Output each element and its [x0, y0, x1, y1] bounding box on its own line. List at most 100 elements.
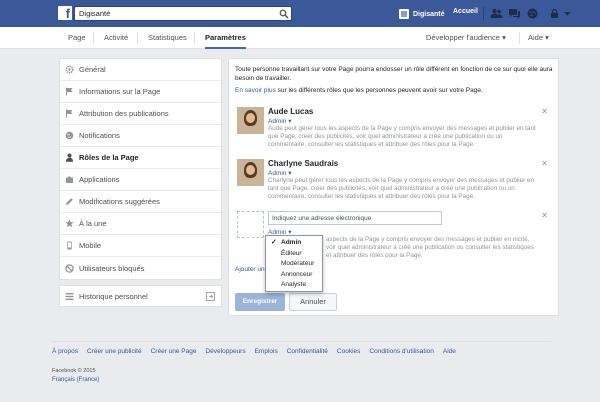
avatar[interactable]: [237, 159, 264, 186]
footer-link-create-ad[interactable]: Créer une publicité: [87, 348, 142, 355]
language-link[interactable]: Français (France): [52, 377, 99, 383]
footer-link-privacy[interactable]: Confidentialité: [287, 348, 328, 355]
footer-divider: [51, 341, 551, 342]
role-label: Admin: [268, 118, 287, 125]
role-label: Admin: [268, 170, 287, 177]
activity-log-link[interactable]: Historique personnel: [59, 285, 222, 307]
top-bar: f Digisanté Accueil: [0, 0, 600, 27]
learn-more-rest: sur les différents rôles que les personn…: [275, 87, 483, 94]
sidebar-item-apps[interactable]: Applications: [60, 169, 221, 191]
remove-role-close-icon[interactable]: ✕: [541, 159, 548, 168]
sidebar-item-featured[interactable]: À la une: [60, 213, 221, 235]
footer-link-careers[interactable]: Emplois: [255, 348, 278, 355]
role-option-label: Annonceur: [281, 270, 313, 278]
footer-link-create-page[interactable]: Créer une Page: [151, 348, 197, 355]
tab-divider: [194, 32, 195, 44]
learn-more-text: En savoir plus sur les différents rôles …: [235, 87, 483, 94]
privacy-lock-icon[interactable]: [548, 7, 561, 20]
grow-audience-label: Développer l'audience: [426, 33, 500, 42]
footer-link-cookies[interactable]: Cookies: [337, 348, 360, 355]
search-box[interactable]: [74, 6, 292, 21]
help-label: Aide: [528, 33, 544, 42]
person-name[interactable]: Aude Lucas: [268, 107, 313, 116]
sidebar-item-mobile[interactable]: Mobile: [60, 235, 221, 257]
role-option-analyst[interactable]: Analyste: [266, 280, 322, 291]
role-dropdown-menu: ✓ Admin Éditeur Modérateur Annonceur Anal…: [265, 235, 323, 292]
email-field[interactable]: [268, 211, 442, 225]
role-option-label: Analyste: [281, 281, 306, 288]
role-option-admin[interactable]: ✓ Admin: [266, 238, 322, 249]
messages-icon[interactable]: [508, 7, 521, 20]
role-option-label: Éditeur: [281, 249, 302, 257]
sidebar-item-label: Mobile: [79, 241, 102, 250]
sidebar-item-attribution[interactable]: Attribution des publications: [60, 103, 221, 125]
help-menu[interactable]: Aide ▾: [528, 27, 549, 49]
role-selector[interactable]: Admin ▾: [268, 117, 292, 125]
empty-avatar-placeholder: [237, 211, 264, 238]
star-icon: [65, 219, 74, 228]
search-icon[interactable]: [279, 9, 289, 19]
role-selector[interactable]: Admin ▾: [268, 169, 292, 177]
learn-more-link[interactable]: En savoir plus: [235, 87, 276, 94]
topbar-divider: [483, 7, 484, 20]
check-icon: ✓: [271, 239, 277, 246]
search-input[interactable]: [75, 7, 275, 20]
tab-divider: [137, 32, 138, 44]
role-description: Aude peut gérer tous les aspects de la P…: [268, 125, 536, 148]
activity-log-label: Historique personnel: [79, 291, 148, 301]
sidebar-item-label: Attribution des publications: [79, 109, 169, 118]
save-button[interactable]: Enregistrer: [235, 293, 285, 311]
footer-link-about[interactable]: À propos: [52, 348, 78, 355]
sidebar-item-label: Utilisateurs bloqués: [79, 263, 145, 273]
remove-new-role-close-icon[interactable]: ✕: [541, 211, 548, 220]
footer-link-terms[interactable]: Conditions d'utilisation: [369, 348, 433, 355]
role-option-label: Modérateur: [281, 260, 315, 267]
copyright-text: Facebook © 2015: [52, 368, 96, 374]
avatar[interactable]: [237, 107, 264, 134]
page-nav: Page Activité Statistiques Paramètres Dé…: [0, 27, 600, 49]
tab-page[interactable]: Page: [68, 27, 86, 49]
role-option-editor[interactable]: Éditeur: [266, 249, 322, 260]
sidebar-item-notifications[interactable]: Notifications: [60, 125, 221, 147]
cancel-button[interactable]: Annuler: [289, 293, 337, 311]
sidebar-item-label: Notifications: [79, 131, 120, 140]
chevron-down-icon[interactable]: [563, 7, 572, 20]
facebook-logo[interactable]: f: [58, 6, 72, 20]
external-link-icon: [206, 292, 215, 301]
sidebar-item-label: Général: [79, 65, 106, 74]
sidebar-item-banned-users[interactable]: Utilisateurs bloqués: [60, 257, 221, 279]
person-icon: [66, 153, 73, 162]
phone-icon: [67, 241, 72, 250]
tab-divider: [93, 32, 94, 44]
grow-audience-menu[interactable]: Développer l'audience ▾: [426, 27, 506, 49]
person-name[interactable]: Charlyne Saudrais: [268, 159, 338, 168]
flag-icon: [66, 109, 73, 118]
settings-sidebar: Général Informations sur la Page Attribu…: [59, 58, 222, 280]
block-icon: [65, 263, 74, 273]
remove-role-close-icon[interactable]: ✕: [541, 107, 548, 116]
role-option-moderator[interactable]: Modérateur: [266, 259, 322, 270]
role-option-advertiser[interactable]: Annonceur: [266, 270, 322, 281]
tab-activity[interactable]: Activité: [104, 27, 128, 49]
add-person-link[interactable]: Ajouter une: [235, 266, 268, 273]
globe-icon[interactable]: [526, 7, 539, 20]
tab-statistics[interactable]: Statistiques: [148, 27, 187, 49]
sidebar-item-label: Applications: [79, 175, 120, 184]
pencil-icon: [66, 198, 73, 205]
nav-divider: [519, 32, 520, 44]
footer-link-help[interactable]: Aide: [443, 348, 456, 355]
puzzle-icon: [66, 176, 73, 183]
sidebar-item-page-roles[interactable]: Rôles de la Page: [60, 147, 221, 169]
flag-icon: [66, 87, 73, 96]
sidebar-item-suggested-edits[interactable]: Modifications suggérées: [60, 191, 221, 213]
top-page-link[interactable]: Digisanté: [399, 8, 445, 20]
footer-link-developers[interactable]: Développeurs: [205, 348, 245, 355]
tab-settings[interactable]: Paramètres: [205, 27, 246, 49]
friends-icon[interactable]: [490, 7, 503, 20]
sidebar-item-general[interactable]: Général: [60, 59, 221, 81]
globe-icon: [65, 131, 74, 140]
footer-links: À propos Créer une publicité Créer une P…: [52, 348, 465, 355]
sidebar-item-page-info[interactable]: Informations sur la Page: [60, 81, 221, 103]
home-link[interactable]: Accueil: [453, 8, 478, 15]
page-avatar: [399, 9, 409, 19]
